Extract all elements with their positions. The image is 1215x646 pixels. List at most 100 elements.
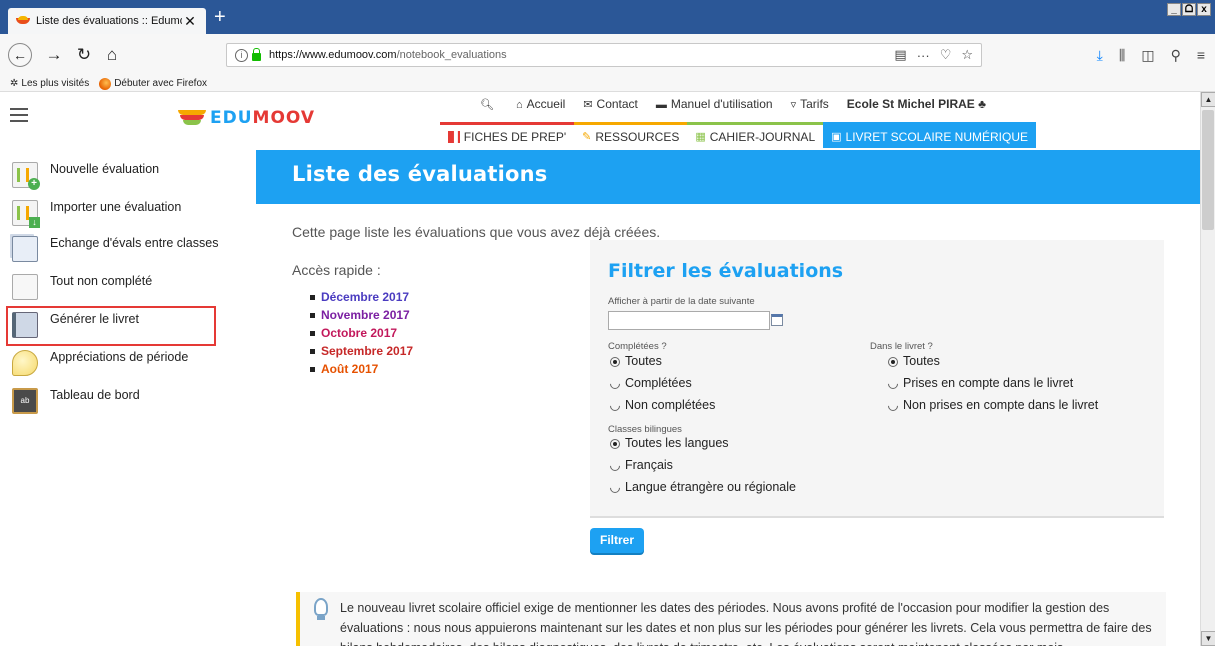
page-header: Liste des évaluations xyxy=(256,150,1200,204)
radio-completed-completees[interactable]: Complétées xyxy=(610,376,692,390)
school-account-link[interactable]: Ecole St Michel PIRAE ♣ xyxy=(847,97,986,111)
radio-livret-non-prises[interactable]: Non prises en compte dans le livret xyxy=(888,398,1098,412)
completed-label: Complétées ? xyxy=(608,341,667,352)
home-link[interactable]: ⌂ Accueil xyxy=(516,97,565,111)
scroll-up-icon[interactable]: ▲ xyxy=(1201,92,1215,107)
briefcase-icon: ▣ xyxy=(831,131,842,143)
radio-bilingual-francais[interactable]: Français xyxy=(610,458,673,472)
livret-label: Dans le livret ? xyxy=(870,341,933,352)
new-tab-button[interactable]: + xyxy=(214,7,226,27)
pricing-link[interactable]: ▿ Tarifs xyxy=(791,97,829,111)
bookmark-getting-started[interactable]: Débuter avec Firefox xyxy=(99,77,207,90)
lock-icon[interactable] xyxy=(252,48,261,61)
info-text: Le nouveau livret scolaire officiel exig… xyxy=(340,601,1152,646)
url-text: https://www.edumoov.com/notebook_evaluat… xyxy=(269,49,507,61)
logo-mark-icon xyxy=(178,110,206,126)
sidebar-item-nouvelle-evaluation[interactable]: Nouvelle évaluation xyxy=(12,162,159,190)
extension-icon[interactable]: ⚲ xyxy=(1171,43,1181,67)
page-title: Liste des évaluations xyxy=(292,162,548,186)
bookmark-star-icon[interactable]: ☆ xyxy=(961,47,973,63)
download-icon[interactable]: ⤓ xyxy=(1097,43,1103,67)
home-button[interactable]: ⌂ xyxy=(100,43,124,67)
bookmarks-bar: ✲ Les plus visités Débuter avec Firefox xyxy=(0,76,1215,92)
cart-icon: ▿ xyxy=(790,99,797,111)
calendar-icon: ▦ xyxy=(695,131,706,143)
date-input[interactable] xyxy=(608,311,770,330)
highlight-annotation xyxy=(6,306,216,346)
search-icon: 🔍︎ xyxy=(480,99,494,111)
reload-button[interactable]: ↻ xyxy=(72,43,96,67)
filter-button[interactable]: Filtrer xyxy=(590,528,644,553)
pencil-icon: ✎ xyxy=(582,131,592,143)
document-icon: ▐ xyxy=(448,130,460,143)
window-controls: _ ᗝ x xyxy=(1167,3,1211,16)
blank-page-icon xyxy=(12,274,38,300)
sidebar-item-appreciations[interactable]: Appréciations de période xyxy=(12,350,188,376)
radio-completed-non-completees[interactable]: Non complétées xyxy=(610,398,715,412)
bilingual-label: Classes bilingues xyxy=(608,424,682,435)
tab-close-icon[interactable]: ✕ xyxy=(182,13,198,30)
toolbar-right: ⤓ ⫼ ◫ ⚲ ≡ xyxy=(1097,43,1205,67)
month-link[interactable]: Novembre 2017 xyxy=(310,306,413,324)
minimize-button[interactable]: _ xyxy=(1167,3,1181,16)
tab-cahier-journal[interactable]: ▦ CAHIER-JOURNAL xyxy=(687,122,824,148)
speech-bubble-icon xyxy=(12,350,38,376)
sidebar-item-importer[interactable]: Importer une évaluation xyxy=(12,200,181,228)
month-link[interactable]: Décembre 2017 xyxy=(310,288,413,306)
month-link[interactable]: Octobre 2017 xyxy=(310,324,413,342)
sidebar-item-tableau-de-bord[interactable]: ab Tableau de bord xyxy=(12,388,140,414)
tab-livret-scolaire[interactable]: ▣ LIVRET SCOLAIRE NUMÉRIQUE xyxy=(823,122,1037,148)
radio-completed-toutes[interactable]: Toutes xyxy=(610,354,662,368)
month-link[interactable]: Août 2017 xyxy=(310,360,413,378)
scroll-down-icon[interactable]: ▼ xyxy=(1201,631,1215,646)
main-navigation: ▐ FICHES DE PREP' ✎ RESSOURCES ▦ CAHIER-JOU… xyxy=(440,122,1037,148)
month-link[interactable]: Septembre 2017 xyxy=(310,342,413,360)
search-link[interactable]: 🔍︎ xyxy=(480,97,498,111)
contact-link[interactable]: ✉ Contact xyxy=(583,97,638,111)
edumoov-logo[interactable]: EDUMOOV xyxy=(178,108,315,128)
lightbulb-icon xyxy=(314,598,328,620)
back-button[interactable]: ← xyxy=(8,43,32,67)
date-label: Afficher à partir de la date suivante xyxy=(608,296,755,307)
radio-livret-toutes[interactable]: Toutes xyxy=(888,354,940,368)
page-scrollbar[interactable]: ▲ ▼ xyxy=(1200,92,1215,646)
page-actions-icon[interactable]: ··· xyxy=(917,48,930,63)
sidebar-item-tout-non-complete[interactable]: Tout non complété xyxy=(12,274,152,300)
gear-star-icon: ✲ xyxy=(10,78,19,89)
import-evaluation-icon xyxy=(12,200,40,228)
close-window-button[interactable]: x xyxy=(1197,3,1211,16)
page-content: EDUMOOV 🔍︎ ⌂ Accueil ✉ Contact ▬ Manuel d'u… xyxy=(0,92,1200,646)
radio-bilingual-etrangere[interactable]: Langue étrangère ou régionale xyxy=(610,480,796,494)
quick-access-list: Décembre 2017 Novembre 2017 Octobre 2017… xyxy=(310,288,413,378)
tab-fiches-de-prep[interactable]: ▐ FICHES DE PREP' xyxy=(440,122,575,148)
bookmark-most-visited[interactable]: ✲ Les plus visités xyxy=(10,78,89,89)
scrollbar-thumb[interactable] xyxy=(1202,110,1214,230)
info-notice: Le nouveau livret scolaire officiel exig… xyxy=(296,592,1166,646)
radio-livret-prises[interactable]: Prises en compte dans le livret xyxy=(888,376,1073,390)
url-bar[interactable]: i https://www.edumoov.com/notebook_evalu… xyxy=(226,43,982,67)
sidebar-toggle-icon[interactable]: ◫ xyxy=(1141,43,1154,67)
browser-tab[interactable]: Liste des évaluations :: Edumoov ✕ xyxy=(8,8,206,34)
sidebar-item-echange[interactable]: Echange d'évals entre classes xyxy=(12,236,218,262)
pocket-icon[interactable]: ♡ xyxy=(940,47,952,63)
edumoov-favicon-icon xyxy=(16,16,30,26)
hamburger-menu-icon[interactable] xyxy=(10,108,28,122)
library-icon[interactable]: ⫼ xyxy=(1119,43,1125,67)
firefox-icon xyxy=(99,77,112,90)
tab-title: Liste des évaluations :: Edumoov xyxy=(36,15,182,27)
book-icon: ▬ xyxy=(655,99,667,111)
reader-view-icon[interactable]: ▤ xyxy=(894,47,906,63)
calendar-picker-icon[interactable] xyxy=(771,314,783,326)
filter-title: Filtrer les évaluations xyxy=(608,260,844,282)
top-navigation: 🔍︎ ⌂ Accueil ✉ Contact ▬ Manuel d'utilisati… xyxy=(480,97,986,111)
manual-link[interactable]: ▬ Manuel d'utilisation xyxy=(656,97,773,111)
radio-bilingual-toutes[interactable]: Toutes les langues xyxy=(610,436,729,450)
tab-ressources[interactable]: ✎ RESSOURCES xyxy=(574,122,688,148)
forward-button[interactable]: → xyxy=(42,43,66,67)
menu-icon[interactable]: ≡ xyxy=(1197,43,1205,67)
browser-tabbar: Liste des évaluations :: Edumoov ✕ + _ ᗝ… xyxy=(0,0,1215,34)
envelope-icon: ✉ xyxy=(583,99,593,111)
info-icon[interactable]: i xyxy=(235,48,248,62)
exchange-documents-icon xyxy=(12,236,38,262)
maximize-button[interactable]: ᗝ xyxy=(1182,3,1196,16)
